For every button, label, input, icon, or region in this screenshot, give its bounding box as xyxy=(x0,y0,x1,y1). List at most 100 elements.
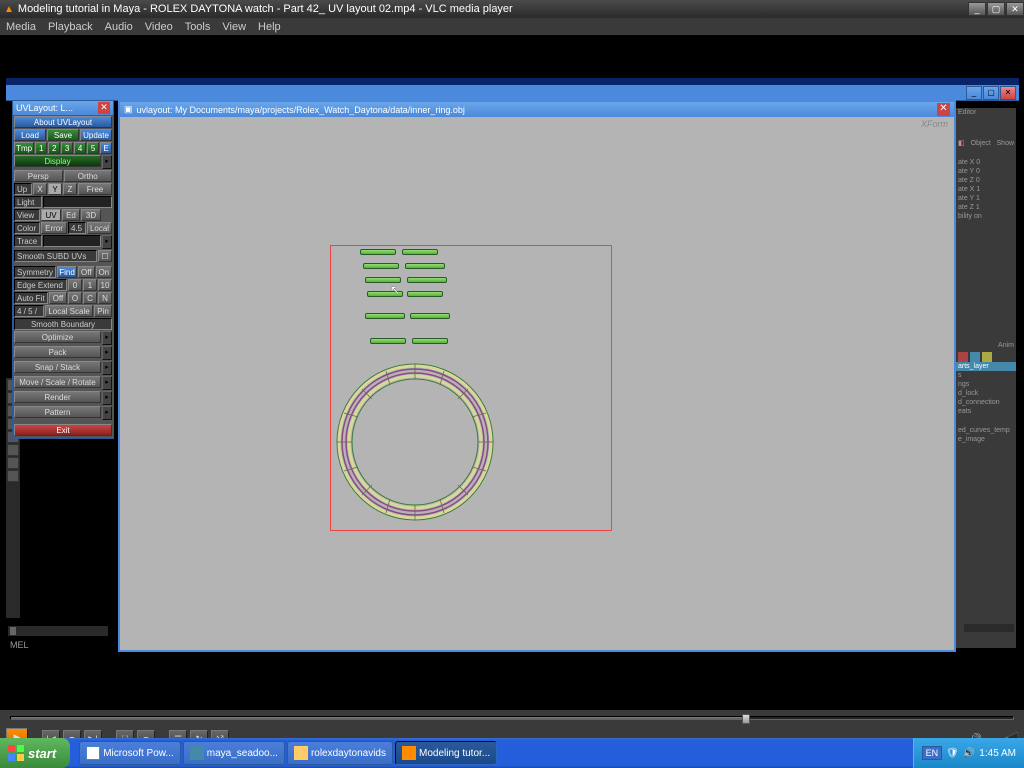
seek-knob[interactable] xyxy=(742,714,750,724)
uv-shell[interactable] xyxy=(370,338,406,344)
shelf-icon[interactable] xyxy=(7,444,19,456)
menu-view[interactable]: View xyxy=(222,21,246,33)
tmp-e[interactable]: E xyxy=(100,142,112,154)
tmp-button[interactable]: Tmp xyxy=(14,142,34,154)
minimize-button[interactable]: _ xyxy=(968,2,986,16)
ortho-button[interactable]: Ortho xyxy=(64,170,113,182)
maya-scrollbar[interactable] xyxy=(8,626,108,636)
autofit-n[interactable]: N xyxy=(98,292,112,304)
ee-0[interactable]: 0 xyxy=(68,279,82,291)
uv-ring-shell[interactable] xyxy=(334,361,496,523)
uvlayout-close-button[interactable]: ✕ xyxy=(98,102,110,114)
shelf-icon[interactable] xyxy=(7,470,19,482)
snap-arrow-icon[interactable]: ▸ xyxy=(102,361,112,375)
up-z[interactable]: Z xyxy=(63,183,77,195)
uvlayout-viewport-close[interactable]: ✕ xyxy=(937,103,950,116)
color-error[interactable]: Error xyxy=(41,222,67,234)
shelf-icon[interactable] xyxy=(7,457,19,469)
uvlayout-panel-title[interactable]: UVLayout: L... ✕ xyxy=(13,101,113,115)
menu-playback[interactable]: Playback xyxy=(48,21,93,33)
uv-shell[interactable] xyxy=(407,291,443,297)
maya-scrollbar-right[interactable] xyxy=(964,624,1014,632)
display-arrow-icon[interactable]: ▸ xyxy=(102,155,112,169)
autofit-off[interactable]: Off xyxy=(49,292,67,304)
tray-clock[interactable]: 1:45 AM xyxy=(979,748,1016,759)
attr-item[interactable]: ate Y 1 xyxy=(956,194,1016,203)
layer-color-icon[interactable] xyxy=(982,352,992,362)
maya-close-button[interactable]: ✕ xyxy=(1000,86,1016,100)
menu-tools[interactable]: Tools xyxy=(185,21,211,33)
light-slider[interactable] xyxy=(43,196,112,208)
uvlayout-canvas[interactable]: XForm xyxy=(120,117,954,650)
layer-item[interactable]: eats xyxy=(956,407,1016,416)
save-button[interactable]: Save xyxy=(47,129,79,141)
pin-button[interactable]: Pin xyxy=(94,305,112,317)
view-3d[interactable]: 3D xyxy=(81,209,101,221)
attr-item[interactable]: ate Y 0 xyxy=(956,167,1016,176)
close-button[interactable]: ✕ xyxy=(1006,2,1024,16)
attr-item[interactable]: ate Z 0 xyxy=(956,176,1016,185)
symmetry-on[interactable]: On xyxy=(96,266,112,278)
tmp-2[interactable]: 2 xyxy=(48,142,60,154)
render-arrow-icon[interactable]: ▸ xyxy=(102,391,112,405)
up-y[interactable]: Y xyxy=(48,183,62,195)
smooth-subd-check[interactable]: ☐ xyxy=(98,250,112,262)
trace-arrow-icon[interactable]: ▸ xyxy=(102,235,112,249)
trace-field[interactable] xyxy=(43,235,101,247)
start-button[interactable]: start xyxy=(0,738,70,768)
attr-item[interactable]: ate X 1 xyxy=(956,185,1016,194)
attr-item[interactable]: ate X 0 xyxy=(956,158,1016,167)
attr-item[interactable]: Editor xyxy=(956,108,1016,117)
persp-button[interactable]: Persp xyxy=(14,170,63,182)
tmp-4[interactable]: 4 xyxy=(74,142,86,154)
display-button[interactable]: Display xyxy=(14,155,101,167)
optimize-arrow-icon[interactable]: ▸ xyxy=(102,331,112,345)
view-ed[interactable]: Ed xyxy=(62,209,80,221)
seek-bar[interactable] xyxy=(0,710,1024,726)
uv-shell[interactable] xyxy=(412,338,448,344)
exit-button[interactable]: Exit xyxy=(14,424,112,436)
uv-shell[interactable] xyxy=(363,263,399,269)
menu-media[interactable]: Media xyxy=(6,21,36,33)
autofit-o[interactable]: O xyxy=(68,292,82,304)
render-button[interactable]: Render xyxy=(14,391,101,403)
tray-icon[interactable]: 🛡 xyxy=(946,748,959,759)
up-free[interactable]: Free xyxy=(78,183,112,195)
snap-stack-button[interactable]: Snap / Stack xyxy=(14,361,101,373)
layer-item[interactable]: s xyxy=(956,371,1016,380)
menu-audio[interactable]: Audio xyxy=(105,21,133,33)
update-button[interactable]: Update xyxy=(80,129,112,141)
local-scale-button[interactable]: Local Scale xyxy=(45,305,93,317)
layer-item[interactable]: d_lock xyxy=(956,389,1016,398)
pattern-button[interactable]: Pattern xyxy=(14,406,101,418)
uv-shell[interactable] xyxy=(405,263,445,269)
layer-color-icon[interactable] xyxy=(970,352,980,362)
tray-icon[interactable]: 🔊 xyxy=(963,748,975,759)
maya-maximize-button[interactable]: ▢ xyxy=(983,86,999,100)
taskbar-item-maya[interactable]: maya_seadoo... xyxy=(183,741,285,765)
pack-arrow-icon[interactable]: ▸ xyxy=(102,346,112,360)
uv-shell[interactable] xyxy=(365,313,405,319)
optimize-button[interactable]: Optimize xyxy=(14,331,101,343)
layer-item[interactable]: e_image xyxy=(956,435,1016,444)
tmp-3[interactable]: 3 xyxy=(61,142,73,154)
color-local[interactable]: Local xyxy=(87,222,112,234)
layer-color-icon[interactable] xyxy=(958,352,968,362)
attr-show[interactable]: Show xyxy=(995,139,1014,148)
pattern-arrow-icon[interactable]: ▸ xyxy=(102,406,112,420)
object-icon[interactable]: ◧ xyxy=(958,139,965,148)
layer-item[interactable]: ngs xyxy=(956,380,1016,389)
pack-button[interactable]: Pack xyxy=(14,346,101,358)
maximize-button[interactable]: ▢ xyxy=(987,2,1005,16)
uvlayout-viewport-titlebar[interactable]: ▣ uvlayout: My Documents/maya/projects/R… xyxy=(120,102,954,117)
msr-button[interactable]: Move / Scale / Rotate xyxy=(14,376,101,388)
menu-video[interactable]: Video xyxy=(145,21,173,33)
symmetry-off[interactable]: Off xyxy=(78,266,94,278)
taskbar-item-folder[interactable]: rolexdaytonavids xyxy=(287,741,393,765)
load-button[interactable]: Load xyxy=(14,129,46,141)
attr-item[interactable]: ate Z 1 xyxy=(956,203,1016,212)
tmp-5[interactable]: 5 xyxy=(87,142,99,154)
language-indicator[interactable]: EN xyxy=(922,746,943,760)
attr-item[interactable]: bility on xyxy=(956,212,1016,221)
view-uv[interactable]: UV xyxy=(41,209,61,221)
